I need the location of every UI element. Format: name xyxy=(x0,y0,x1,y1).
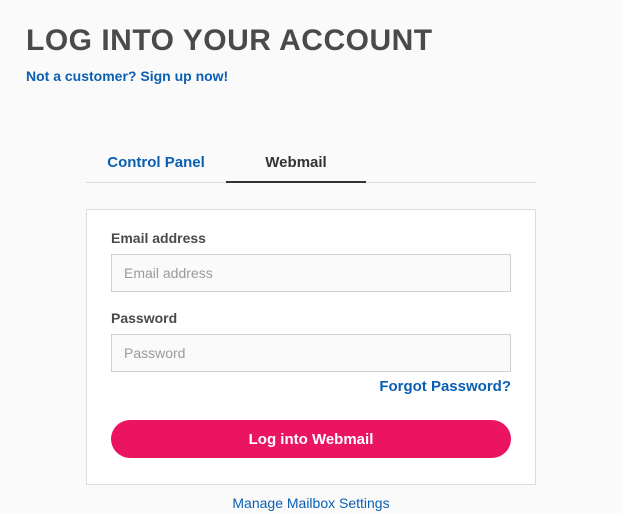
tabs: Control Panel Webmail xyxy=(86,144,536,183)
signup-link[interactable]: Not a customer? Sign up now! xyxy=(26,68,228,84)
page-title: LOG INTO YOUR ACCOUNT xyxy=(26,24,596,58)
email-input[interactable] xyxy=(111,254,511,292)
forgot-password-link[interactable]: Forgot Password? xyxy=(379,378,511,395)
below-card-row: Manage Mailbox Settings xyxy=(86,495,536,513)
tabs-container: Control Panel Webmail xyxy=(26,144,596,183)
password-label: Password xyxy=(111,310,511,326)
tab-webmail[interactable]: Webmail xyxy=(226,144,366,183)
forgot-row: Forgot Password? xyxy=(111,378,511,396)
form-section: Email address Password Forgot Password? … xyxy=(26,209,596,513)
password-field-group: Password xyxy=(111,310,511,372)
login-button[interactable]: Log into Webmail xyxy=(111,420,511,458)
email-label: Email address xyxy=(111,230,511,246)
password-input[interactable] xyxy=(111,334,511,372)
email-field-group: Email address xyxy=(111,230,511,292)
tab-control-panel[interactable]: Control Panel xyxy=(86,144,226,183)
login-card: Email address Password Forgot Password? … xyxy=(86,209,536,485)
